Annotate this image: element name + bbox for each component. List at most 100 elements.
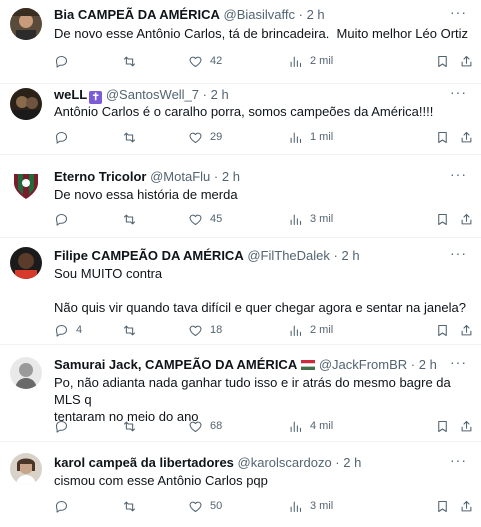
like-count: 50 bbox=[210, 500, 223, 512]
share-button[interactable] bbox=[459, 497, 474, 515]
retweet-button[interactable] bbox=[122, 128, 144, 146]
display-name[interactable]: karol campeã da libertadores bbox=[54, 455, 234, 470]
share-icon bbox=[461, 131, 472, 142]
reply-button[interactable] bbox=[54, 210, 76, 228]
tweet-text: Sou MUITO contra Não quis vir quando tav… bbox=[54, 266, 466, 315]
share-button[interactable] bbox=[459, 321, 474, 339]
more-options-icon[interactable]: ··· bbox=[450, 354, 467, 370]
retweet-button[interactable] bbox=[122, 497, 144, 515]
user-handle[interactable]: @karolscardozo bbox=[238, 455, 332, 470]
reply-button[interactable] bbox=[54, 497, 76, 515]
display-name[interactable]: Samurai Jack, CAMPEÃO DA AMÉRICA bbox=[54, 357, 297, 372]
tweet-header: Samurai Jack, CAMPEÃO DA AMÉRICA @JackFr… bbox=[54, 356, 451, 373]
like-button[interactable]: 42 bbox=[188, 52, 222, 70]
user-handle[interactable]: @SantosWell_7 bbox=[106, 87, 199, 102]
action-bar: 68 4 mil bbox=[54, 417, 475, 435]
timestamp[interactable]: 2 h bbox=[211, 87, 229, 102]
display-name[interactable]: Eterno Tricolor bbox=[54, 169, 146, 184]
reply-icon bbox=[55, 131, 68, 144]
bookmark-button[interactable] bbox=[435, 52, 450, 70]
user-handle[interactable]: @Biasilvaffc bbox=[224, 7, 295, 22]
separator-dot: · bbox=[202, 87, 207, 102]
action-bar: 45 3 mil bbox=[54, 210, 475, 228]
separator-dot: · bbox=[213, 169, 219, 184]
timestamp[interactable]: 2 h bbox=[222, 169, 240, 184]
share-button[interactable] bbox=[459, 52, 474, 70]
views-button[interactable]: 3 mil bbox=[288, 497, 333, 515]
heart-icon bbox=[189, 501, 202, 512]
timestamp[interactable]: 2 h bbox=[343, 455, 361, 470]
share-icon bbox=[461, 500, 472, 511]
like-button[interactable]: 18 bbox=[188, 321, 222, 339]
share-button[interactable] bbox=[459, 128, 474, 146]
bookmark-icon bbox=[438, 213, 447, 225]
timestamp[interactable]: 2 h bbox=[307, 7, 325, 22]
views-button[interactable]: 3 mil bbox=[288, 210, 333, 228]
analytics-icon bbox=[290, 325, 302, 336]
views-button[interactable]: 2 mil bbox=[288, 321, 333, 339]
like-button[interactable]: 29 bbox=[188, 128, 222, 146]
more-options-icon[interactable]: ··· bbox=[450, 245, 467, 261]
reply-icon bbox=[55, 500, 68, 513]
avatar[interactable] bbox=[10, 357, 42, 389]
timestamp[interactable]: 2 h bbox=[419, 357, 437, 372]
retweet-button[interactable] bbox=[122, 52, 144, 70]
share-icon bbox=[461, 55, 472, 66]
reply-button[interactable] bbox=[54, 52, 76, 70]
bookmark-button[interactable] bbox=[435, 128, 450, 146]
retweet-button[interactable] bbox=[122, 321, 144, 339]
views-button[interactable]: 4 mil bbox=[288, 417, 333, 435]
timestamp[interactable]: 2 h bbox=[342, 248, 360, 263]
bookmark-icon bbox=[438, 131, 447, 143]
share-icon bbox=[461, 420, 472, 431]
avatar[interactable] bbox=[10, 453, 42, 485]
views-button[interactable]: 1 mil bbox=[288, 128, 333, 146]
share-button[interactable] bbox=[459, 417, 474, 435]
display-name[interactable]: weLL bbox=[54, 87, 87, 102]
tweet[interactable]: Eterno Tricolor @MotaFlu · 2 h ··· De no… bbox=[0, 155, 481, 238]
tweet[interactable]: weLL ✝ @SantosWell_7 · 2 h ··· Antônio Ca… bbox=[0, 84, 481, 155]
avatar[interactable] bbox=[10, 167, 42, 199]
user-handle[interactable]: @MotaFlu bbox=[150, 169, 210, 184]
more-options-icon[interactable]: ··· bbox=[450, 4, 467, 20]
bookmark-button[interactable] bbox=[435, 321, 450, 339]
reply-feed: Bia CAMPEÃ DA AMÉRICA @Biasilvaffc · 2 h… bbox=[0, 0, 481, 527]
user-handle[interactable]: @JackFromBR bbox=[319, 357, 407, 372]
bookmark-button[interactable] bbox=[435, 210, 450, 228]
tweet[interactable]: Filipe CAMPEÃO DA AMÉRICA @FilTheDalek ·… bbox=[0, 238, 481, 345]
like-button[interactable]: 45 bbox=[188, 210, 222, 228]
retweet-icon bbox=[123, 501, 136, 511]
more-options-icon[interactable]: ··· bbox=[450, 166, 467, 182]
heart-icon bbox=[189, 132, 202, 143]
retweet-button[interactable] bbox=[122, 210, 144, 228]
tweet-header: Eterno Tricolor @MotaFlu · 2 h bbox=[54, 168, 451, 185]
view-count: 2 mil bbox=[310, 55, 334, 67]
reply-button[interactable]: 4 bbox=[54, 321, 82, 339]
bookmark-button[interactable] bbox=[435, 497, 450, 515]
tweet-text: De novo essa história de merda bbox=[54, 187, 238, 202]
avatar[interactable] bbox=[10, 247, 42, 279]
heart-icon bbox=[189, 325, 202, 336]
share-button[interactable] bbox=[459, 210, 474, 228]
tweet[interactable]: Bia CAMPEÃ DA AMÉRICA @Biasilvaffc · 2 h… bbox=[0, 0, 481, 84]
avatar[interactable] bbox=[10, 88, 42, 120]
reply-button[interactable] bbox=[54, 417, 76, 435]
reply-button[interactable] bbox=[54, 128, 76, 146]
avatar[interactable] bbox=[10, 8, 42, 40]
user-handle[interactable]: @FilTheDalek bbox=[247, 248, 330, 263]
more-options-icon[interactable]: ··· bbox=[450, 84, 467, 100]
hungary-flag-icon bbox=[301, 360, 316, 370]
views-button[interactable]: 2 mil bbox=[288, 52, 333, 70]
more-options-icon[interactable]: ··· bbox=[450, 452, 467, 468]
reply-icon bbox=[55, 420, 68, 433]
bookmark-button[interactable] bbox=[435, 417, 450, 435]
like-button[interactable]: 50 bbox=[188, 497, 222, 515]
tweet-header: Bia CAMPEÃ DA AMÉRICA @Biasilvaffc · 2 h bbox=[54, 6, 451, 23]
retweet-icon bbox=[123, 214, 136, 224]
retweet-button[interactable] bbox=[122, 417, 144, 435]
display-name[interactable]: Bia CAMPEÃ DA AMÉRICA bbox=[54, 7, 220, 22]
like-button[interactable]: 68 bbox=[188, 417, 222, 435]
tweet[interactable]: Samurai Jack, CAMPEÃO DA AMÉRICA @JackFr… bbox=[0, 345, 481, 442]
tweet[interactable]: karol campeã da libertadores @karolscard… bbox=[0, 442, 481, 527]
display-name[interactable]: Filipe CAMPEÃO DA AMÉRICA bbox=[54, 248, 244, 263]
